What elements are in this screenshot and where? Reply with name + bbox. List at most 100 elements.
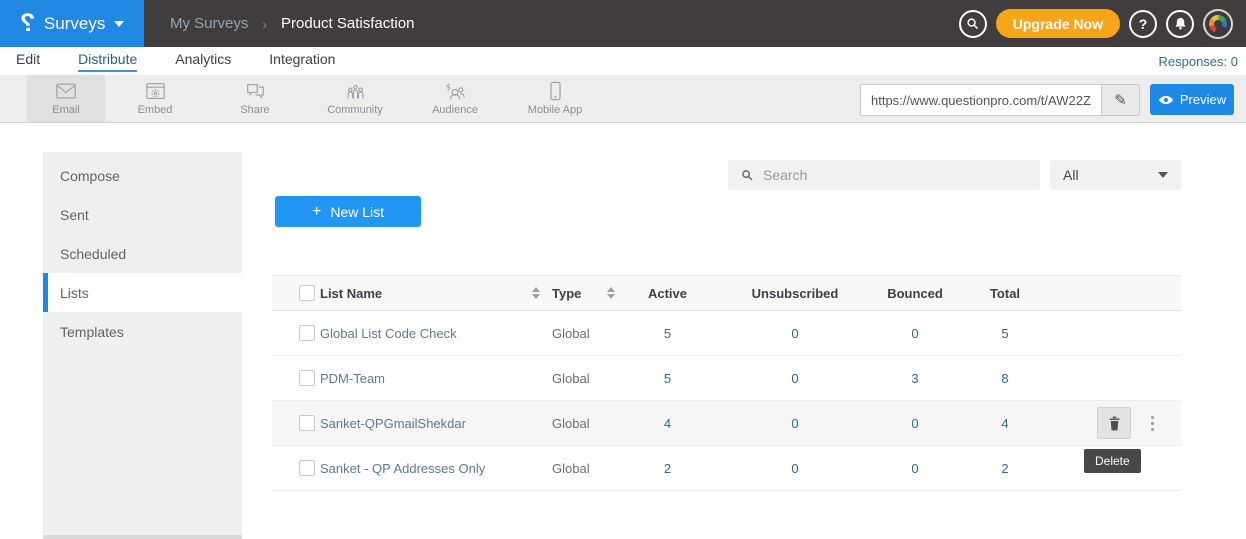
breadcrumb: My Surveys › Product Satisfaction <box>170 15 414 32</box>
bounced-count-link[interactable]: 0 <box>880 416 950 431</box>
total-count-link[interactable]: 2 <box>950 461 1060 476</box>
list-name-link[interactable]: Global List Code Check <box>320 326 457 341</box>
toolbar-item-embed[interactable]: Embed <box>105 75 205 122</box>
col-header-bounced: Bounced <box>880 286 950 301</box>
list-type: Global <box>552 371 590 386</box>
delete-tooltip: Delete <box>1084 449 1141 473</box>
list-name-link[interactable]: Sanket - QP Addresses Only <box>320 461 485 476</box>
top-bar-actions: Upgrade Now ? <box>959 9 1246 39</box>
breadcrumb-separator-icon: › <box>262 16 267 32</box>
active-count-link[interactable]: 2 <box>625 461 710 476</box>
active-count-link[interactable]: 5 <box>625 326 710 341</box>
col-header-unsubscribed: Unsubscribed <box>710 286 880 301</box>
list-name-link[interactable]: PDM-Team <box>320 371 385 386</box>
col-header-list-name: List Name <box>320 286 382 301</box>
toolbar-item-audience[interactable]: $ Audience <box>405 75 505 122</box>
toolbar-item-label: Embed <box>138 104 173 116</box>
col-header-total: Total <box>950 286 1060 301</box>
total-count-link[interactable]: 4 <box>950 416 1060 431</box>
list-type: Global <box>552 416 590 431</box>
share-chat-icon <box>245 82 266 101</box>
col-header-type: Type <box>552 286 581 301</box>
new-list-button[interactable]: + New List <box>275 196 421 227</box>
toolbar-item-label: Share <box>240 104 269 116</box>
audience-dollar-icon: $ <box>444 82 466 101</box>
sidebar-item-templates[interactable]: Templates <box>43 312 242 351</box>
col-header-active: Active <box>625 286 710 301</box>
row-checkbox[interactable] <box>299 370 315 386</box>
help-button[interactable]: ? <box>1129 10 1157 38</box>
plus-icon: + <box>312 204 321 220</box>
toolbar-item-label: Community <box>327 104 383 116</box>
sidebar-scrollbar[interactable] <box>43 535 242 539</box>
sidebar-item-compose[interactable]: Compose <box>43 156 242 195</box>
edit-url-button[interactable]: ✎ <box>1101 85 1139 115</box>
list-name-link[interactable]: Sanket-QPGmailShekdar <box>320 416 466 431</box>
unsubscribed-count-link[interactable]: 0 <box>710 371 880 386</box>
breadcrumb-my-surveys[interactable]: My Surveys <box>170 15 248 32</box>
survey-url-input[interactable] <box>861 85 1101 115</box>
table-row-hovered: Sanket-QPGmailShekdar Global 4 0 0 4 <box>272 401 1181 446</box>
mobile-phone-icon <box>549 81 562 101</box>
row-checkbox[interactable] <box>299 460 315 476</box>
delete-list-button[interactable] <box>1097 407 1131 439</box>
tab-integration[interactable]: Integration <box>269 51 335 72</box>
sidebar-item-lists[interactable]: Lists <box>43 273 242 312</box>
unsubscribed-count-link[interactable]: 0 <box>710 416 880 431</box>
unsubscribed-count-link[interactable]: 0 <box>710 461 880 476</box>
eye-icon <box>1158 94 1174 106</box>
list-type: Global <box>552 326 590 341</box>
tab-distribute[interactable]: Distribute <box>78 51 137 72</box>
bounced-count-link[interactable]: 3 <box>880 371 950 386</box>
toolbar-item-label: Mobile App <box>528 104 582 116</box>
list-type: Global <box>552 461 590 476</box>
toolbar-item-community[interactable]: Community <box>305 75 405 122</box>
lists-search-input[interactable] <box>763 167 1028 183</box>
lists-search-box <box>728 160 1040 190</box>
user-avatar[interactable] <box>1203 9 1233 39</box>
unsubscribed-count-link[interactable]: 0 <box>710 326 880 341</box>
preview-label: Preview <box>1180 92 1226 107</box>
tab-edit[interactable]: Edit <box>16 51 40 72</box>
survey-nav-tabs: Edit Distribute Analytics Integration Re… <box>0 47 1246 75</box>
avatar-gauge-icon <box>1209 15 1227 33</box>
bell-icon <box>1173 16 1188 31</box>
toolbar-item-mobile-app[interactable]: Mobile App <box>505 75 605 122</box>
distribute-toolbar: Email Embed Share Community $ Audience M… <box>0 75 1246 123</box>
row-checkbox[interactable] <box>299 415 315 431</box>
sort-type-icon[interactable] <box>607 287 615 299</box>
breadcrumb-current-survey: Product Satisfaction <box>281 15 414 32</box>
bounced-count-link[interactable]: 0 <box>880 461 950 476</box>
preview-button[interactable]: Preview <box>1150 84 1234 115</box>
table-row: PDM-Team Global 5 0 3 8 <box>272 356 1181 401</box>
active-count-link[interactable]: 4 <box>625 416 710 431</box>
community-people-icon <box>345 82 366 101</box>
select-all-checkbox[interactable] <box>299 285 315 301</box>
list-type-filter-dropdown[interactable]: All <box>1050 160 1181 190</box>
active-count-link[interactable]: 5 <box>625 371 710 386</box>
bounced-count-link[interactable]: 0 <box>880 326 950 341</box>
chevron-down-icon <box>1158 172 1168 178</box>
questionpro-logo-icon: ? <box>20 11 35 36</box>
table-header-row: List Name Type Active Unsubscribed Bounc… <box>272 275 1181 311</box>
filter-selected-value: All <box>1063 167 1079 183</box>
search-button[interactable] <box>959 10 987 38</box>
total-count-link[interactable]: 5 <box>950 326 1060 341</box>
question-mark-icon: ? <box>1139 16 1148 32</box>
toolbar-item-share[interactable]: Share <box>205 75 305 122</box>
table-row: Global List Code Check Global 5 0 0 5 <box>272 311 1181 356</box>
notifications-button[interactable] <box>1166 10 1194 38</box>
toolbar-item-email[interactable]: Email <box>27 75 105 122</box>
sidebar-item-sent[interactable]: Sent <box>43 195 242 234</box>
row-more-menu-button[interactable] <box>1147 412 1158 435</box>
sort-list-name-icon[interactable] <box>532 287 540 299</box>
tab-analytics[interactable]: Analytics <box>175 51 231 72</box>
chevron-down-icon <box>114 21 124 27</box>
email-sidebar: Compose Sent Scheduled Lists Templates <box>43 152 242 539</box>
embed-icon <box>145 82 166 101</box>
sidebar-item-scheduled[interactable]: Scheduled <box>43 234 242 273</box>
upgrade-now-button[interactable]: Upgrade Now <box>996 9 1120 38</box>
surveys-product-menu[interactable]: ? Surveys <box>0 0 144 47</box>
row-checkbox[interactable] <box>299 325 315 341</box>
total-count-link[interactable]: 8 <box>950 371 1060 386</box>
